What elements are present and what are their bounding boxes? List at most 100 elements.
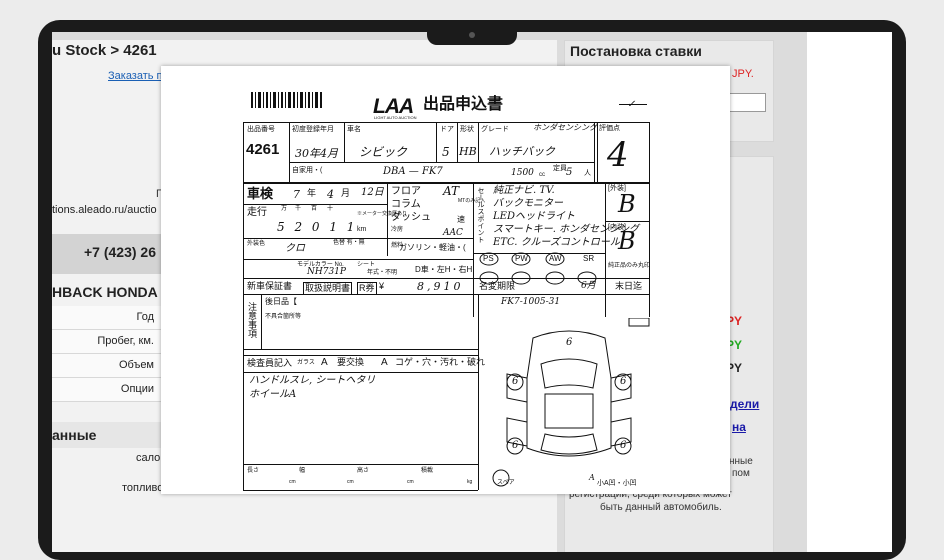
rule [478, 122, 479, 162]
bid-input[interactable] [724, 93, 766, 112]
spec-label-year: Год [52, 306, 162, 330]
width-label: 幅 [299, 468, 306, 474]
rule [243, 204, 387, 205]
rule [243, 490, 478, 491]
jpy-label: JPY. [732, 68, 754, 80]
shaken-month-unit: 月 [341, 188, 351, 198]
rule [243, 349, 478, 350]
inspector-note-2: ホイールA [249, 389, 297, 400]
sales-point-2: バックモニター [493, 198, 563, 209]
shaken-year: 7 [293, 188, 300, 201]
bottom-right-note: 小A凹・小凹 [597, 480, 637, 487]
model-code: DBA — FK7 [383, 166, 443, 177]
door-value: 5 [442, 145, 450, 159]
check-mark-icon: ✓ [627, 99, 636, 110]
genuine-label: 純正品のみ丸印 [608, 263, 651, 269]
sales-point-5: ETC. クルーズコントロール [493, 237, 620, 248]
laa-logo: LAA [373, 95, 414, 118]
info-text-4: быть данный автомобиль. [600, 502, 722, 513]
own-label: 自家用・( [292, 167, 323, 174]
rule [344, 122, 345, 162]
recycle-yen: ¥ [379, 281, 385, 291]
shaken-year-unit: 年 [307, 188, 317, 198]
models-link[interactable]: дели [730, 397, 759, 411]
rule [597, 122, 598, 182]
rule [261, 294, 262, 349]
rule [243, 122, 244, 490]
breadcrumb-title: u Stock > 4261 [52, 42, 157, 59]
rule [243, 355, 478, 356]
glass-label: ガラス [297, 360, 315, 366]
spare-label: スペア [497, 480, 515, 486]
spec-label-options: Опции [52, 378, 162, 402]
shape-label: 形状 [460, 126, 474, 133]
height-label: 高さ [357, 468, 370, 474]
transmission-at: AT [443, 184, 460, 198]
rule [649, 122, 650, 317]
rule [243, 259, 473, 260]
cm-unit-2: cm [347, 479, 354, 485]
speed-label: 速 [457, 215, 465, 224]
name-label: 車名 [347, 126, 361, 133]
ext-color-label: 外装色 [247, 241, 266, 247]
meigi-value: 6月 [581, 281, 596, 291]
rule [457, 122, 458, 162]
rule [436, 122, 437, 162]
diagram-mark-4: 6 [620, 440, 627, 451]
eval-value: 4 [607, 135, 629, 175]
inspector-note-1: ハンドルスレ, シートヘタリ [249, 375, 376, 386]
drive-label: D車・左H・右H [415, 265, 473, 274]
spec-table: Год Пробег, км. Объем Опции [52, 306, 162, 402]
diagram-mark-5: 6 [566, 337, 573, 348]
order-link[interactable]: Заказать п [108, 70, 163, 82]
model-title: HBACK HONDA S [52, 284, 171, 300]
km-unit: km [357, 226, 367, 233]
camera-icon [469, 32, 475, 38]
recycle-value: 8,910 [417, 280, 464, 293]
glass-code: A [321, 357, 328, 368]
page-right-margin [807, 32, 892, 552]
ac-value: AAC [443, 228, 463, 238]
diagram-mark-6: A [589, 473, 595, 482]
info-text-1: нные [729, 456, 753, 467]
diagram-mark-3: 6 [512, 440, 519, 451]
rule [473, 182, 474, 317]
year-label: 年式・不明 [367, 270, 398, 276]
reg-value: 30年4月 [295, 147, 338, 160]
info-link[interactable]: на [732, 420, 746, 434]
spec-label-volume: Объем [52, 354, 162, 378]
rule [243, 278, 649, 279]
rule [387, 182, 388, 256]
diagram-mark-1: 6 [512, 376, 519, 387]
shaken-month: 4 [327, 188, 334, 201]
mileage-unit-man: 万 [281, 206, 288, 212]
ac-label: 冷房 [391, 227, 404, 233]
capacity-unit: 人 [584, 170, 591, 177]
eval-label: 評価点 [599, 125, 620, 132]
later-label: 後日品【 [265, 297, 297, 306]
rule [243, 294, 649, 295]
bid-title: Постановка ставки [570, 43, 702, 59]
mileage-note: ※メーター交換歴あり [357, 211, 408, 217]
grade-value: ハッチバック [489, 145, 555, 158]
color-code: NH731P [307, 267, 346, 277]
rule [289, 122, 290, 182]
laa-logo-sub: LIGHT AUTO AUCTION [374, 115, 417, 120]
meigi-label: 名変期限 [479, 281, 516, 291]
auction-sheet-overlay[interactable]: LAA LIGHT AUTO AUCTION 出品申込書 ✓ 出品番号 4261… [161, 66, 730, 494]
auction-url[interactable]: tions.aleado.ru/auctio [52, 204, 157, 216]
mileage-unit-hyaku: 百 [311, 206, 318, 212]
inspector-label: 検査員記入 [247, 358, 293, 368]
defect-label: 不具合箇所等 [265, 314, 302, 320]
rule [605, 221, 649, 222]
sheet-label: シート [357, 262, 376, 268]
column-label: コラム [391, 199, 421, 210]
seat-code: A [381, 357, 388, 368]
shaken-label: 車検 [247, 186, 274, 201]
mileage-label: 走行 [247, 207, 267, 218]
ext-grade: B [618, 190, 636, 218]
shaken-day: 12日 [361, 187, 384, 198]
phone-number: +7 (423) 26 [84, 244, 156, 260]
grade-label: グレード [481, 126, 509, 133]
rule [605, 182, 606, 317]
